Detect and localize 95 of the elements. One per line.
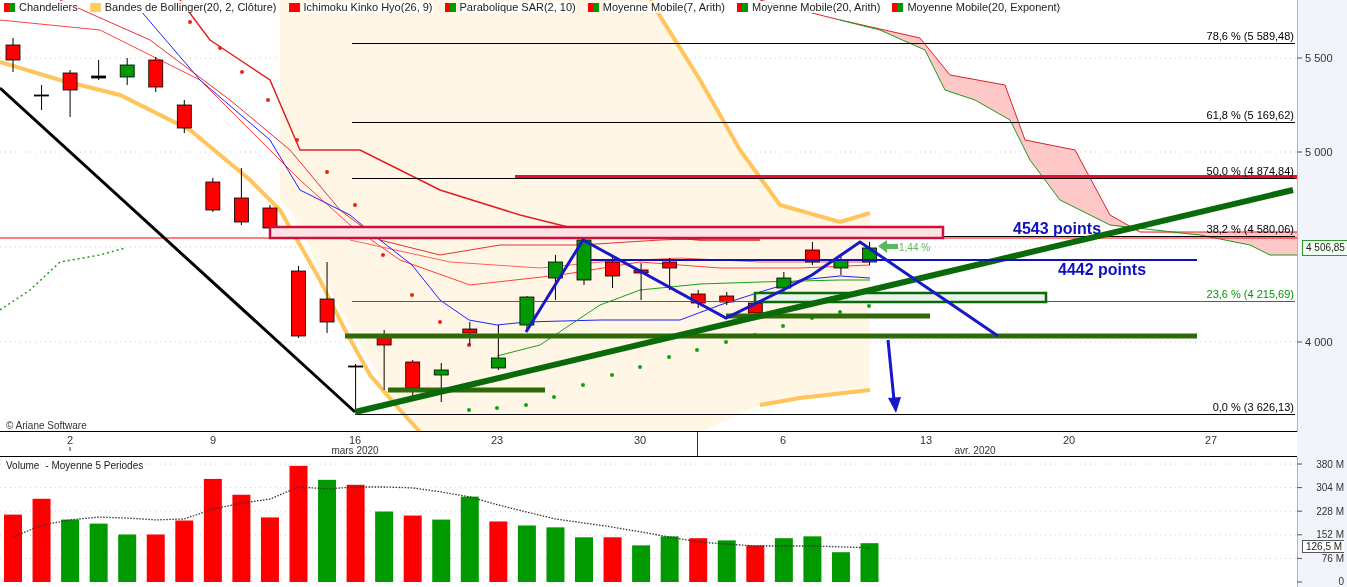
- sar-dot: [266, 98, 270, 102]
- date-tick-label: 13: [919, 434, 933, 446]
- sar-dot: [810, 316, 814, 320]
- sar-dot: [638, 365, 642, 369]
- price-tick-label: 5 000: [1305, 146, 1333, 158]
- candlestick: [62, 69, 78, 118]
- legend-label: Moyenne Mobile(20, Arith): [752, 1, 881, 13]
- candlestick: [719, 291, 735, 306]
- sar-dot: [467, 408, 471, 412]
- sar-dot: [724, 340, 728, 344]
- sar-dot: [188, 20, 192, 24]
- series-name: - Moyenne 5 Periodes: [45, 460, 144, 471]
- candlestick: [862, 241, 877, 266]
- date-tick-label: 9: [209, 434, 217, 446]
- volume-tick-label: 152 M: [1316, 529, 1344, 541]
- candlestick: [690, 289, 706, 309]
- legend-label: Moyenne Mobile(20, Exponent): [907, 1, 1061, 13]
- last-price-tag: 4 506,85: [1302, 240, 1347, 256]
- up-down-swatch-icon: [587, 2, 599, 12]
- legend-label: Parabolique SAR(2, 10): [459, 1, 576, 13]
- sar-dot: [552, 395, 556, 399]
- sar-dot: [295, 138, 299, 142]
- percent-change-label: 1,44 %: [899, 242, 931, 253]
- sar-dot: [524, 403, 528, 407]
- fibonacci-label: 78,6 % (5 589,48): [1206, 30, 1294, 42]
- sar-dot: [325, 170, 329, 174]
- candlestick: [234, 167, 249, 226]
- sar-dot: [838, 310, 842, 314]
- legend-label: Chandeliers: [19, 1, 78, 13]
- up-down-swatch-icon: [444, 2, 456, 12]
- legend-label: Bandes de Bollinger(20, 2, Clôture): [104, 1, 277, 13]
- date-tick-label: 2: [66, 434, 74, 446]
- sar-dot: [353, 203, 357, 207]
- fibonacci-label: 38,2 % (4 580,06): [1206, 223, 1294, 235]
- volume-tick-label: 228 M: [1316, 505, 1344, 517]
- up-down-swatch-icon: [892, 2, 904, 12]
- sar-dot: [381, 253, 385, 257]
- sar-dot: [610, 373, 614, 377]
- candlestick: [119, 57, 135, 86]
- up-down-swatch-icon: [4, 2, 15, 12]
- candlestick: [205, 177, 221, 213]
- sar-dot: [218, 46, 222, 50]
- candlestick: [462, 321, 478, 346]
- month-label: avr. 2020: [954, 445, 996, 456]
- fibonacci-label: 61,8 % (5 169,62): [1206, 109, 1294, 121]
- date-tick-label: 23: [490, 434, 504, 446]
- volume-tick-label: 304 M: [1316, 482, 1344, 494]
- legend-label: Ichimoku Kinko Hyo(26, 9): [303, 1, 433, 13]
- sar-dot: [667, 355, 671, 359]
- candlestick: [176, 99, 192, 134]
- candlestick: [376, 329, 392, 391]
- legend-label: Moyenne Mobile(7, Arith): [602, 1, 725, 13]
- month-label: mars 2020: [331, 445, 379, 456]
- candlestick: [490, 324, 506, 371]
- candlestick: [148, 56, 164, 93]
- up-down-swatch-icon: [737, 2, 748, 12]
- candlestick: [662, 257, 678, 291]
- fibonacci-label: 0,0 % (3 626,13): [1212, 401, 1294, 413]
- sar-dot: [410, 293, 414, 297]
- left-arrow-icon: [878, 240, 898, 253]
- date-tick-label: 16: [348, 434, 362, 446]
- sar-dot: [695, 348, 699, 352]
- fibonacci-label: 50,0 % (4 874,84): [1206, 165, 1294, 177]
- candlestick: [633, 262, 649, 301]
- date-tick-label: 30: [633, 434, 647, 446]
- sar-dot: [467, 343, 471, 347]
- series-name: Volume: [6, 460, 40, 471]
- support-label: 4442 points: [1058, 261, 1147, 278]
- volume-tick-label: 76 M: [1321, 552, 1344, 564]
- volume-tick-label: 0: [1338, 576, 1344, 587]
- sar-dot: [867, 304, 871, 308]
- sar-dot: [240, 70, 244, 74]
- date-tick-label: 20: [1062, 434, 1076, 446]
- last-volume-tag: 126,5 M: [1302, 540, 1345, 553]
- fibonacci-label: 23,6 % (4 215,69): [1206, 288, 1294, 300]
- sar-dot: [495, 406, 499, 410]
- resistance-label: 4543 points: [1013, 220, 1102, 237]
- sar-dot: [753, 333, 757, 337]
- candlestick: [5, 37, 21, 73]
- price-tick-label: 4 000: [1305, 336, 1333, 348]
- date-tick-label: 6: [779, 434, 787, 446]
- date-tick-label: 27: [1204, 434, 1218, 446]
- sar-dot: [781, 324, 785, 328]
- candlestick: [91, 59, 107, 81]
- candlestick: [576, 237, 592, 286]
- candlestick: [805, 241, 820, 266]
- price-tick-label: 5 500: [1305, 52, 1333, 64]
- candlestick: [34, 84, 49, 111]
- candlestick: [405, 359, 421, 397]
- sar-dot: [438, 320, 442, 324]
- volume-tick-label: 380 M: [1316, 458, 1344, 470]
- copyright-text: © Ariane Software: [6, 420, 87, 431]
- candlestick: [433, 362, 449, 403]
- candlestick: [833, 254, 849, 276]
- sar-dot: [581, 383, 585, 387]
